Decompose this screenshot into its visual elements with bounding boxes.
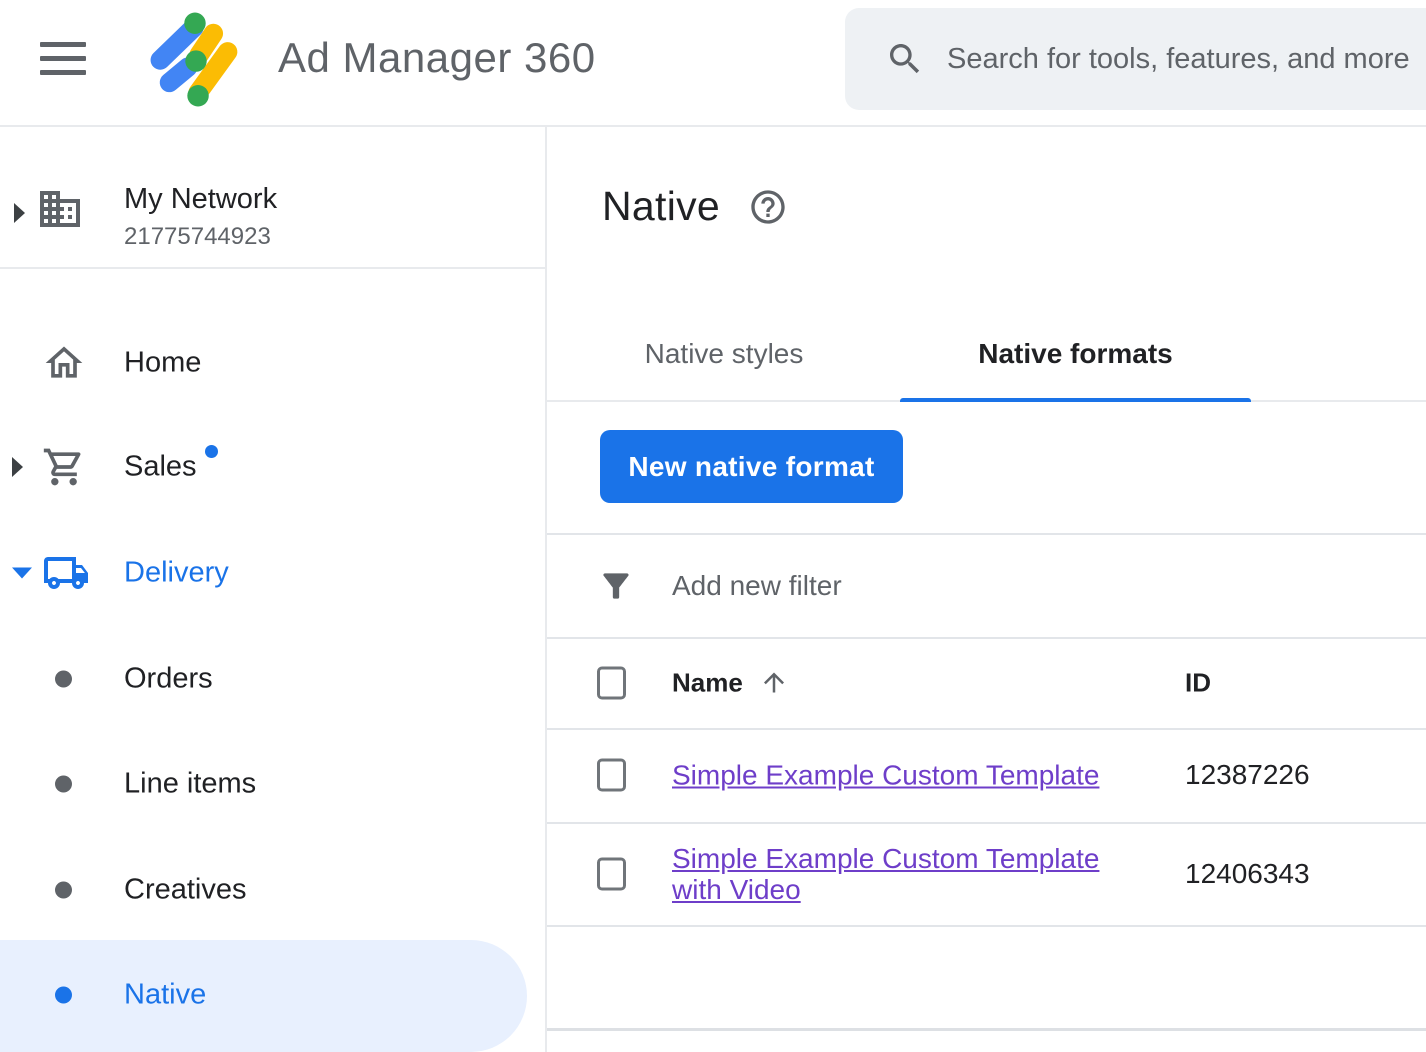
sort-ascending-icon[interactable] [759, 668, 789, 698]
search-icon [885, 39, 925, 79]
search-input[interactable]: Search for tools, features, and more [845, 8, 1426, 110]
main-content: Native Native styles Native formats New … [547, 127, 1426, 1052]
table-row: Simple Example Custom Template with Vide… [547, 822, 1426, 925]
sidebar-item-line-items[interactable]: Line items [0, 742, 547, 826]
sidebar-item-label: Creatives [124, 874, 247, 907]
app-title: Ad Manager 360 [278, 34, 596, 82]
bullet-icon [55, 671, 72, 688]
sidebar-item-home[interactable]: Home [0, 321, 547, 405]
sidebar-item-native[interactable]: Native [0, 953, 547, 1037]
sidebar-divider [0, 267, 547, 269]
column-header-name[interactable]: Name [672, 667, 743, 698]
sidebar-item-creatives[interactable]: Creatives [0, 848, 547, 932]
add-filter-input[interactable]: Add new filter [672, 570, 842, 602]
sidebar: My Network 21775744923 Home Sales Delive… [0, 127, 547, 1052]
network-name: My Network [124, 183, 277, 216]
filter-bar[interactable]: Add new filter [547, 535, 1426, 637]
new-native-format-button[interactable]: New native format [600, 430, 903, 503]
search-placeholder: Search for tools, features, and more [947, 43, 1410, 76]
table-empty-row [547, 925, 1426, 1028]
page-title: Native [602, 183, 720, 230]
sidebar-item-label: Line items [124, 768, 256, 801]
tab-native-formats[interactable]: Native formats [900, 338, 1251, 400]
table-header-row: Name ID [547, 637, 1426, 728]
top-header: Ad Manager 360 Search for tools, feature… [0, 0, 1426, 127]
caret-collapsed-icon[interactable] [12, 457, 23, 477]
native-format-link[interactable]: Simple Example Custom Template with Vide… [672, 843, 1099, 905]
sidebar-item-orders[interactable]: Orders [0, 637, 547, 721]
ad-manager-logo-icon [150, 10, 242, 113]
sidebar-item-label: Sales [124, 451, 197, 484]
column-header-id[interactable]: ID [1185, 667, 1211, 698]
sidebar-item-label: Delivery [124, 557, 229, 590]
help-icon[interactable] [748, 187, 788, 227]
native-format-link[interactable]: Simple Example Custom Template [672, 760, 1099, 791]
sidebar-item-label: Home [124, 347, 201, 380]
native-format-id: 12406343 [1185, 858, 1310, 890]
select-all-checkbox[interactable] [597, 666, 626, 699]
network-selector[interactable]: My Network 21775744923 [0, 157, 547, 267]
table-row: Simple Example Custom Template 12387226 [547, 728, 1426, 822]
truck-icon [42, 549, 90, 597]
cart-icon [42, 445, 86, 489]
tab-native-styles[interactable]: Native styles [600, 338, 848, 400]
sidebar-item-delivery[interactable]: Delivery [0, 531, 547, 615]
row-checkbox[interactable] [597, 759, 626, 792]
bullet-icon [55, 987, 72, 1004]
table-bottom-border [547, 1028, 1426, 1031]
active-tab-indicator [900, 398, 1251, 402]
sidebar-item-sales[interactable]: Sales [0, 425, 547, 509]
row-checkbox[interactable] [597, 857, 626, 890]
home-icon [42, 341, 86, 385]
native-format-id: 12387226 [1185, 759, 1310, 791]
caret-expanded-icon[interactable] [12, 568, 32, 579]
network-id: 21775744923 [124, 223, 271, 251]
network-building-icon [36, 185, 84, 233]
caret-collapsed-icon[interactable] [14, 203, 25, 223]
menu-icon[interactable] [40, 42, 86, 80]
notification-dot [205, 445, 218, 458]
sidebar-item-label: Orders [124, 663, 213, 696]
sidebar-item-label: Native [124, 979, 206, 1012]
bullet-icon [55, 882, 72, 899]
filter-funnel-icon [597, 567, 635, 605]
bullet-icon [55, 776, 72, 793]
